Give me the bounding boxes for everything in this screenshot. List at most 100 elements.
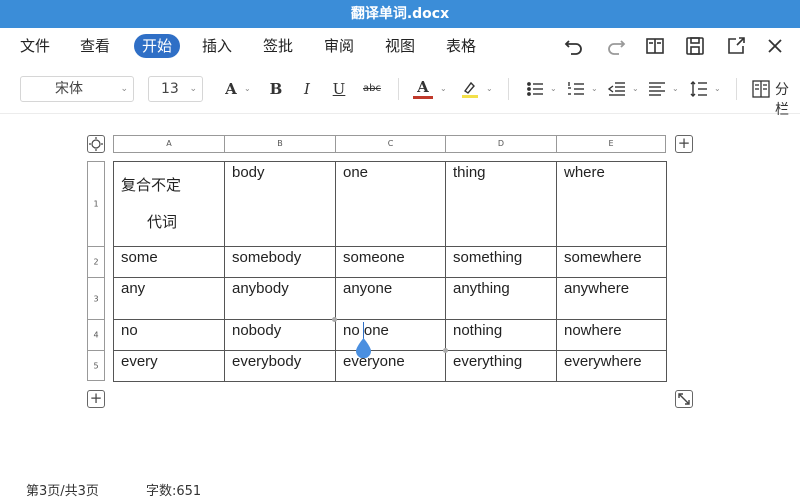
bullet-list-icon[interactable] <box>524 76 546 102</box>
table-cell[interactable]: anyone <box>335 277 446 320</box>
font-name-select[interactable]: 宋体 ⌄ <box>20 76 134 102</box>
bold-button[interactable]: B <box>265 76 287 102</box>
columns-label[interactable]: 分栏 <box>775 79 800 119</box>
menu-home[interactable]: 开始 <box>134 34 181 58</box>
table-cell[interactable]: somebody <box>224 246 336 278</box>
expand-icon <box>678 393 690 405</box>
table-cell[interactable]: everywhere <box>556 350 667 382</box>
indent-icon[interactable] <box>606 76 628 102</box>
header-cell-line1: 复合不定 <box>121 177 182 194</box>
columns-icon[interactable] <box>750 76 772 102</box>
row-header-2[interactable]: 2 <box>87 246 105 277</box>
table-cell[interactable]: body <box>224 161 336 247</box>
chevron-down-icon[interactable]: ⌄ <box>714 76 721 102</box>
row-header-4[interactable]: 4 <box>87 319 105 350</box>
menu-layout-view[interactable]: 视图 <box>385 34 415 58</box>
menu-review[interactable]: 审阅 <box>324 34 354 58</box>
table-cell[interactable]: everybody <box>224 350 336 382</box>
add-row-button[interactable]: + <box>87 390 105 408</box>
format-toolbar: 宋体 ⌄ 13 ⌄ A ⌄ B I U abc A ⌄ ⌄ ⌄ ⌄ ⌄ ⌄ ⌄ … <box>0 64 800 118</box>
plus-icon: + <box>677 134 691 152</box>
font-color-swatch <box>413 96 433 99</box>
line-spacing-icon[interactable] <box>688 76 710 102</box>
table-cell[interactable]: nowhere <box>556 319 667 351</box>
row-header-3[interactable]: 3 <box>87 277 105 319</box>
highlighter-icon[interactable] <box>458 76 480 102</box>
close-icon[interactable] <box>763 34 787 58</box>
divider <box>508 78 509 100</box>
menu-bar: 文件 查看 开始 插入 签批 审阅 视图 表格 <box>0 28 800 64</box>
table-cell[interactable]: anywhere <box>556 277 667 320</box>
table-cell[interactable]: no <box>113 319 225 351</box>
status-bar: 第3页/共3页 字数:651 <box>0 476 800 500</box>
chevron-down-icon[interactable]: ⌄ <box>244 76 251 102</box>
table-cell[interactable]: somewhere <box>556 246 667 278</box>
table-cell[interactable]: 复合不定 代词 <box>113 161 225 247</box>
chevron-down-icon[interactable]: ⌄ <box>591 76 598 102</box>
strikethrough-button[interactable]: abc <box>358 76 386 102</box>
table-resize-button[interactable] <box>675 390 693 408</box>
numbered-list-icon[interactable] <box>565 76 587 102</box>
align-icon[interactable] <box>646 76 668 102</box>
table-cell[interactable]: nothing <box>445 319 557 351</box>
menu-sign[interactable]: 签批 <box>263 34 293 58</box>
column-header-c[interactable]: C <box>335 135 445 153</box>
undo-icon[interactable] <box>562 34 586 58</box>
table-cell[interactable]: nobody <box>224 319 336 351</box>
cursor-handle-icon[interactable] <box>356 338 371 358</box>
chevron-down-icon[interactable]: ⌄ <box>550 76 557 102</box>
cell-resize-dot[interactable] <box>332 317 337 322</box>
pronoun-table: 复合不定 代词 body one thing where some somebo… <box>113 161 667 382</box>
word-count: 字数:651 <box>146 484 202 499</box>
move-icon <box>89 137 103 151</box>
cell-resize-dot[interactable] <box>443 348 448 353</box>
table-cell[interactable]: anybody <box>224 277 336 320</box>
add-column-button[interactable]: + <box>675 135 693 153</box>
column-header-d[interactable]: D <box>445 135 556 153</box>
font-size-select[interactable]: 13 ⌄ <box>148 76 203 102</box>
menu-table[interactable]: 表格 <box>446 34 476 58</box>
plus-icon: + <box>89 389 103 407</box>
divider <box>398 78 399 100</box>
table-cell[interactable]: one <box>335 161 446 247</box>
table-cell[interactable]: someone <box>335 246 446 278</box>
underline-button[interactable]: U <box>328 76 350 102</box>
page-indicator: 第3页/共3页 <box>26 484 99 499</box>
window-title: 翻译单词.docx <box>0 0 800 28</box>
table-cell[interactable]: everyone <box>335 350 446 382</box>
column-header-a[interactable]: A <box>113 135 224 153</box>
chevron-down-icon[interactable]: ⌄ <box>632 76 639 102</box>
table-move-handle[interactable] <box>87 135 105 153</box>
menu-insert[interactable]: 插入 <box>202 34 232 58</box>
font-size-value: 13 <box>161 81 179 97</box>
table-cell[interactable]: no one <box>335 319 446 351</box>
font-style-button[interactable]: A <box>220 76 242 102</box>
column-header-b[interactable]: B <box>224 135 335 153</box>
font-name-value: 宋体 <box>55 81 83 97</box>
menu-file[interactable]: 文件 <box>20 34 50 58</box>
chevron-down-icon: ⌄ <box>189 84 197 94</box>
redo-icon[interactable] <box>604 34 628 58</box>
table-cell[interactable]: anything <box>445 277 557 320</box>
header-cell-line2: 代词 <box>147 214 178 231</box>
menu-view[interactable]: 查看 <box>80 34 110 58</box>
chevron-down-icon: ⌄ <box>120 84 128 94</box>
table-cell[interactable]: thing <box>445 161 557 247</box>
divider <box>736 78 737 100</box>
chevron-down-icon[interactable]: ⌄ <box>486 76 493 102</box>
table-cell[interactable]: something <box>445 246 557 278</box>
table-cell[interactable]: some <box>113 246 225 278</box>
table-cell[interactable]: every <box>113 350 225 382</box>
reading-mode-icon[interactable] <box>643 34 667 58</box>
italic-button[interactable]: I <box>296 76 318 102</box>
table-cell[interactable]: everything <box>445 350 557 382</box>
column-header-e[interactable]: E <box>556 135 666 153</box>
row-header-1[interactable]: 1 <box>87 161 105 246</box>
chevron-down-icon[interactable]: ⌄ <box>440 76 447 102</box>
chevron-down-icon[interactable]: ⌄ <box>672 76 679 102</box>
table-cell[interactable]: any <box>113 277 225 320</box>
share-icon[interactable] <box>724 34 748 58</box>
row-header-5[interactable]: 5 <box>87 350 105 381</box>
save-icon[interactable] <box>683 34 707 58</box>
table-cell[interactable]: where <box>556 161 667 247</box>
